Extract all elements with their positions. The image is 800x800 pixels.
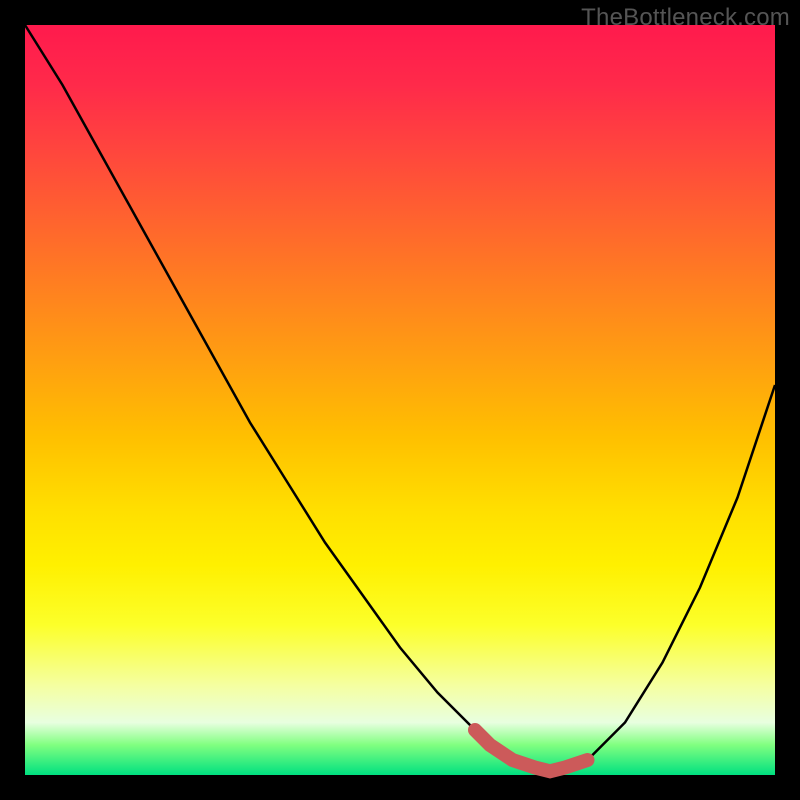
bottleneck-curve [25, 25, 775, 771]
highlight-segment [475, 730, 588, 771]
curve-svg [25, 25, 775, 775]
chart-container: TheBottleneck.com [0, 0, 800, 800]
